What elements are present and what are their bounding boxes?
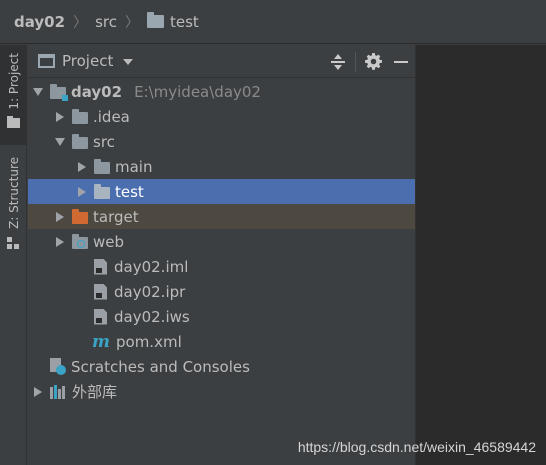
folder-icon <box>72 108 88 124</box>
folder-icon <box>94 158 110 174</box>
web-folder-icon <box>72 233 88 249</box>
tree-item-iml[interactable]: day02.iml <box>28 254 415 279</box>
file-icon <box>94 283 107 300</box>
expand-arrow-icon[interactable] <box>30 88 46 96</box>
tree-item-label: day02.iws <box>114 307 190 326</box>
collapse-arrow-icon[interactable] <box>74 187 90 197</box>
collapse-arrow-icon[interactable] <box>52 112 68 122</box>
tree-item-pom[interactable]: m pom.xml <box>28 329 415 354</box>
tree-item-main[interactable]: main <box>28 154 415 179</box>
tab-structure[interactable]: Z: Structure <box>0 157 27 257</box>
tab-project[interactable]: 1: Project <box>0 45 27 145</box>
tree-item-label: src <box>93 132 115 151</box>
breadcrumb-separator: 〉 <box>73 14 88 31</box>
tree-item-label: Scratches and Consoles <box>71 357 250 376</box>
settings-button[interactable] <box>359 50 387 74</box>
collapse-arrow-icon[interactable] <box>52 237 68 247</box>
tree-item-src[interactable]: src <box>28 129 415 154</box>
tree-item-label: target <box>93 207 139 226</box>
toolbar-divider <box>355 51 356 72</box>
collapse-all-icon <box>330 53 346 70</box>
collapse-arrow-icon[interactable] <box>74 162 90 172</box>
tree-item-scratches[interactable]: Scratches and Consoles <box>28 354 415 379</box>
project-tree: day02 E:\myidea\day02 .idea src main tes… <box>28 79 415 404</box>
tree-item-iws[interactable]: day02.iws <box>28 304 415 329</box>
panel-header: Project <box>28 45 415 78</box>
tree-item-label: .idea <box>93 107 130 126</box>
scratches-icon <box>50 357 66 376</box>
tree-item-web[interactable]: web <box>28 229 415 254</box>
chevron-down-icon[interactable] <box>123 59 134 65</box>
tree-item-label: day02.iml <box>114 257 189 276</box>
folder-icon <box>7 115 20 128</box>
hide-panel-button[interactable] <box>387 50 415 74</box>
tree-item-label: 外部库 <box>72 383 118 401</box>
tree-item-external-libraries[interactable]: 外部库 <box>28 379 415 404</box>
tree-item-label: day02.ipr <box>114 282 186 301</box>
module-folder-icon <box>50 83 68 101</box>
expand-arrow-icon[interactable] <box>52 138 68 146</box>
tab-structure-label: Z: Structure <box>6 157 21 229</box>
breadcrumb: day02 〉 src 〉 test <box>0 0 546 44</box>
breadcrumb-item-test-label: test <box>169 12 199 31</box>
structure-icon <box>7 236 20 249</box>
tree-item-target[interactable]: target <box>28 204 415 229</box>
breadcrumb-separator: 〉 <box>124 14 139 31</box>
watermark: https://blog.csdn.net/weixin_46589442 <box>297 439 536 455</box>
collapse-all-button[interactable] <box>324 50 352 74</box>
panel-actions <box>324 45 415 78</box>
tool-window-strip: 1: Project Z: Structure <box>0 45 27 465</box>
collapse-arrow-icon[interactable] <box>52 212 68 222</box>
folder-icon <box>72 133 88 149</box>
tree-item-label: test <box>115 182 144 201</box>
tree-item-test[interactable]: test <box>28 179 415 204</box>
panel-title[interactable]: Project <box>62 52 113 70</box>
gear-icon <box>364 53 382 70</box>
breadcrumb-item-day02[interactable]: day02 <box>14 13 65 31</box>
minus-icon <box>394 60 408 63</box>
file-icon <box>94 308 107 325</box>
tree-item-label: day02 <box>71 82 123 101</box>
collapse-arrow-icon[interactable] <box>30 387 46 397</box>
tree-item-label: pom.xml <box>116 332 182 351</box>
folder-icon <box>146 12 164 28</box>
maven-icon: m <box>92 331 110 352</box>
editor-area[interactable] <box>416 45 546 465</box>
tree-item-label: main <box>115 157 153 176</box>
breadcrumb-item-test[interactable]: test <box>146 12 199 31</box>
project-window-icon <box>38 54 55 68</box>
breadcrumb-item-src[interactable]: src <box>95 13 117 31</box>
tree-item-day02[interactable]: day02 E:\myidea\day02 <box>28 79 415 104</box>
library-icon <box>50 384 66 399</box>
tree-item-ipr[interactable]: day02.ipr <box>28 279 415 304</box>
project-panel: Project day02 E:\myidea\day02 .idea src … <box>28 45 415 465</box>
excluded-folder-icon <box>72 208 88 224</box>
folder-icon <box>94 183 110 199</box>
tree-item-idea[interactable]: .idea <box>28 104 415 129</box>
tree-item-label: web <box>93 232 125 251</box>
module-path: E:\myidea\day02 <box>134 82 261 101</box>
tab-project-label: 1: Project <box>6 53 21 110</box>
file-icon <box>94 258 107 275</box>
